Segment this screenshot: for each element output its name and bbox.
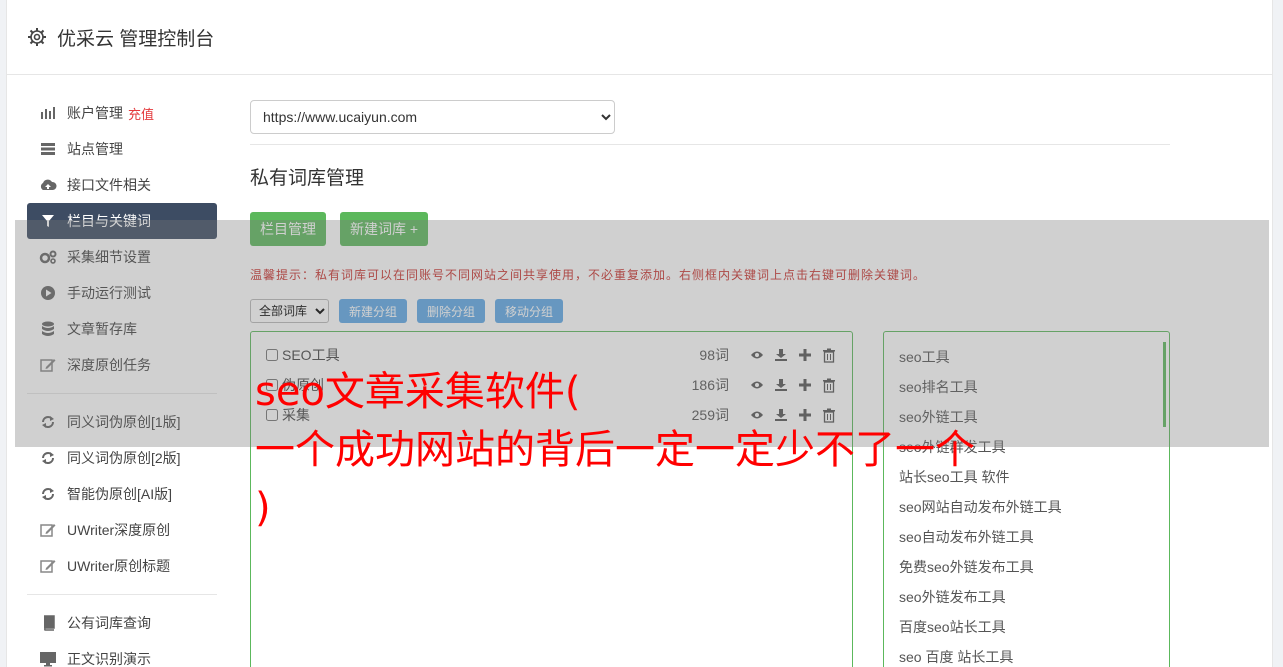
keyword-item[interactable]: 免费seo外链发布工具 — [899, 552, 1154, 582]
monitor-icon — [39, 650, 57, 667]
sidebar-item-label: 站点管理 — [67, 141, 123, 157]
top-bar: 优采云 管理控制台 — [7, 0, 1272, 75]
book-icon — [39, 614, 57, 632]
keyword-item[interactable]: seo 百度 站长工具 — [899, 642, 1154, 667]
sidebar-item-label: 公有词库查询 — [67, 615, 151, 631]
sidebar-item-label: 正文识别演示 — [67, 651, 151, 667]
sidebar-item-interface-files[interactable]: 接口文件相关 — [27, 167, 217, 203]
divider — [250, 144, 1170, 145]
page-title: 私有词库管理 — [250, 168, 365, 189]
headline-line: ) — [255, 485, 271, 531]
sidebar-item-label: 智能伪原创[AI版] — [67, 486, 173, 502]
sidebar-item-label: 账户管理 — [67, 105, 123, 121]
sidebar-item-uwriter-title[interactable]: UWriter原创标题 — [27, 548, 217, 584]
sidebar-item-label: UWriter原创标题 — [67, 558, 171, 574]
sidebar-item-public-library[interactable]: 公有词库查询 — [27, 605, 217, 641]
server-icon — [39, 140, 57, 158]
refresh-icon — [39, 449, 57, 467]
cloud-upload-icon — [39, 176, 57, 194]
keyword-item[interactable]: seo外链发布工具 — [899, 582, 1154, 612]
gear-icon — [28, 28, 46, 46]
recharge-link[interactable]: 充值 — [128, 104, 154, 123]
bar-chart-icon — [39, 104, 57, 122]
sidebar-divider — [27, 594, 217, 595]
sidebar-item-label: 同义词伪原创[2版] — [67, 450, 181, 466]
edit-icon — [39, 521, 57, 539]
sidebar-item-label: UWriter深度原创 — [67, 522, 171, 538]
sidebar-item-text-recognition[interactable]: 正文识别演示 — [27, 641, 217, 667]
edit-icon — [39, 557, 57, 575]
refresh-icon — [39, 485, 57, 503]
overlay-headline: seo文章采集软件( 一个成功网站的背后一定一定少不了一个 ) — [255, 363, 975, 537]
app-title: 优采云 管理控制台 — [57, 28, 215, 50]
headline-line: seo文章采集软件( — [255, 369, 581, 415]
sidebar-item-account[interactable]: 账户管理 充值 — [27, 95, 217, 131]
site-select[interactable]: https://www.ucaiyun.com — [250, 100, 615, 134]
keyword-item[interactable]: 百度seo站长工具 — [899, 612, 1154, 642]
sidebar-item-label: 接口文件相关 — [67, 177, 151, 193]
sidebar-item-uwriter-original[interactable]: UWriter深度原创 — [27, 512, 217, 548]
sidebar-item-sites[interactable]: 站点管理 — [27, 131, 217, 167]
headline-line: 一个成功网站的背后一定一定少不了一个 — [255, 427, 975, 473]
sidebar-item-ai-rewrite[interactable]: 智能伪原创[AI版] — [27, 476, 217, 512]
